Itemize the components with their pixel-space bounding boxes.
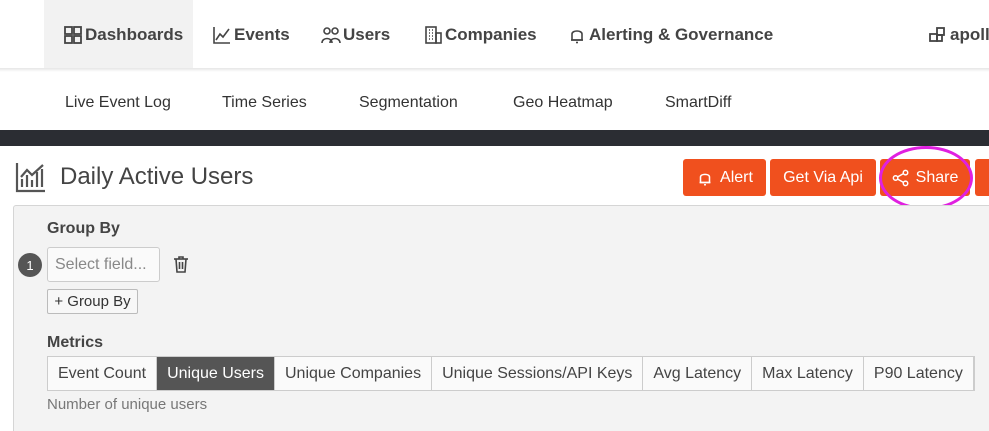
step-badge: 1 <box>18 253 42 277</box>
sub-nav: Live Event Log Time Series Segmentation … <box>0 80 989 130</box>
nav-companies-label: Companies <box>445 25 537 44</box>
nav-companies[interactable]: Companies <box>423 0 537 70</box>
org-name: apollo <box>950 25 989 44</box>
subnav-live-event-log[interactable]: Live Event Log <box>65 94 171 112</box>
nav-alerting-label: Alerting & Governance <box>589 25 774 44</box>
metric-description: Number of unique users <box>47 396 208 413</box>
building-icon <box>425 26 442 44</box>
tab-event-count[interactable]: Event Count <box>48 357 158 390</box>
org-icon <box>929 27 945 42</box>
group-by-select[interactable]: Select field... <box>47 247 160 282</box>
group-by-heading: Group By <box>47 220 120 237</box>
subnav-geo-heatmap[interactable]: Geo Heatmap <box>513 94 613 112</box>
nav-dashboards[interactable]: Dashboards <box>44 0 193 70</box>
tab-unique-sessions[interactable]: Unique Sessions/API Keys <box>432 357 644 390</box>
tab-unique-companies[interactable]: Unique Companies <box>275 357 433 390</box>
nav-shadow <box>0 68 989 72</box>
get-via-api-button[interactable]: Get Via Api <box>770 159 876 196</box>
alert-button-label: Alert <box>720 168 753 186</box>
org-switcher[interactable]: apollo <box>928 0 989 70</box>
more-button[interactable] <box>975 159 989 196</box>
chart-icon <box>15 163 45 193</box>
line-chart-icon <box>213 27 230 44</box>
subnav-smartdiff[interactable]: SmartDiff <box>665 94 731 112</box>
tab-p90-latency[interactable]: P90 Latency <box>864 357 974 390</box>
header-divider-bar <box>0 130 989 146</box>
share-highlight-ring <box>879 146 973 210</box>
nav-events-label: Events <box>234 25 290 44</box>
subnav-time-series[interactable]: Time Series <box>222 94 307 112</box>
nav-dashboards-label: Dashboards <box>85 25 184 44</box>
nav-events[interactable]: Events <box>212 0 290 70</box>
top-nav: Dashboards Events Users Companies Alerti… <box>0 0 989 72</box>
subnav-segmentation[interactable]: Segmentation <box>359 94 458 112</box>
nav-alerting[interactable]: Alerting & Governance <box>567 0 773 70</box>
tab-unique-users[interactable]: Unique Users <box>157 357 275 390</box>
page-title: Daily Active Users <box>60 163 254 190</box>
metrics-heading: Metrics <box>47 334 104 351</box>
nav-users[interactable]: Users <box>321 0 390 70</box>
alert-button[interactable]: Alert <box>683 159 766 196</box>
nav-users-label: Users <box>343 25 391 44</box>
bell-icon <box>699 173 711 186</box>
trash-icon[interactable] <box>171 254 191 274</box>
add-group-by-button[interactable]: + Group By <box>47 289 138 314</box>
dashboard-icon <box>64 26 82 44</box>
users-icon <box>321 27 341 44</box>
bell-icon <box>571 30 583 44</box>
tab-avg-latency[interactable]: Avg Latency <box>643 357 753 390</box>
tab-max-latency[interactable]: Max Latency <box>752 357 864 390</box>
metrics-tabs: Event Count Unique Users Unique Companie… <box>47 356 975 391</box>
get-via-api-label: Get Via Api <box>783 168 863 186</box>
